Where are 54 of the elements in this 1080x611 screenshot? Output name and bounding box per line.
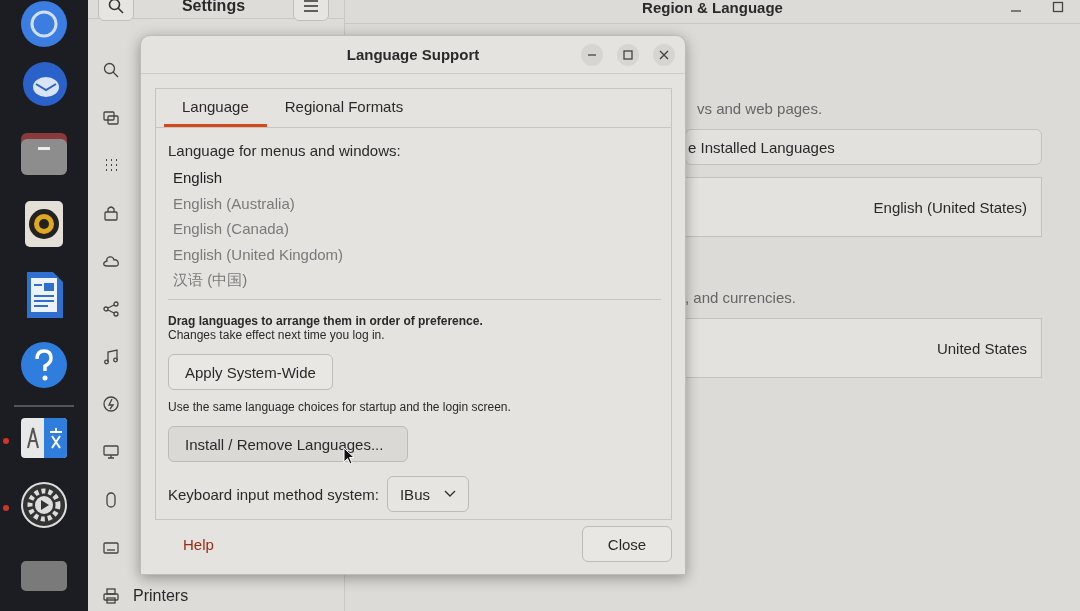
dialog-title: Language Support bbox=[346, 46, 480, 63]
minimize-icon bbox=[587, 54, 597, 56]
grid-icon[interactable] bbox=[103, 157, 119, 174]
close-dialog-button[interactable]: Close bbox=[582, 526, 672, 562]
cloud-icon[interactable] bbox=[103, 253, 119, 270]
search-button[interactable] bbox=[98, 0, 134, 21]
display-icon[interactable] bbox=[103, 444, 119, 461]
keyboard-icon[interactable] bbox=[103, 539, 119, 556]
manage-languages-button[interactable]: e Installed Languages bbox=[685, 129, 1042, 165]
list-label: Language for menus and windows: bbox=[168, 142, 401, 159]
close-button[interactable] bbox=[653, 44, 675, 66]
music-icon[interactable] bbox=[103, 348, 119, 365]
help-icon[interactable] bbox=[20, 341, 68, 390]
gear-icon[interactable] bbox=[21, 482, 67, 529]
formats-row[interactable]: United States bbox=[685, 318, 1042, 378]
sidebar-item[interactable]: Printers bbox=[133, 586, 189, 605]
drag-note: Changes take effect next time you log in. bbox=[168, 328, 385, 342]
keyboard-input-label: Keyboard input method system: bbox=[168, 485, 379, 503]
language-item[interactable]: English bbox=[173, 165, 661, 191]
panel-title: Region & Language bbox=[642, 0, 783, 16]
input-method-dropdown[interactable]: IBus bbox=[386, 476, 469, 512]
section-description: , and currencies. bbox=[685, 289, 797, 306]
mouse-icon[interactable] bbox=[103, 492, 119, 509]
install-remove-languages-button[interactable]: Install / Remove Languages... bbox=[168, 426, 408, 462]
translate-icon[interactable] bbox=[21, 418, 67, 459]
language-row[interactable]: English (United States) bbox=[685, 177, 1042, 237]
apply-system-wide-button[interactable]: Apply System-Wide bbox=[168, 354, 333, 390]
power-icon[interactable] bbox=[103, 396, 119, 413]
tab[interactable]: Regional Formats bbox=[266, 89, 422, 127]
menu-button[interactable] bbox=[293, 0, 329, 21]
drag-hint: Drag languages to arrange them in order of preference. bbox=[168, 314, 483, 328]
lock-icon[interactable] bbox=[103, 205, 119, 222]
search-icon bbox=[108, 0, 124, 14]
folder-icon[interactable] bbox=[21, 132, 67, 175]
apply-note: Use the same language choices for startup and the login screen. bbox=[168, 400, 511, 414]
maximize-icon[interactable] bbox=[1052, 1, 1064, 13]
app-icon[interactable] bbox=[21, 560, 67, 591]
menu-icon bbox=[304, 0, 318, 12]
search-icon[interactable] bbox=[103, 61, 119, 78]
browser-icon[interactable] bbox=[20, 0, 68, 48]
close-icon bbox=[659, 50, 669, 60]
windows-icon[interactable] bbox=[103, 109, 119, 126]
sidebar-title: Settings bbox=[181, 0, 246, 15]
tab[interactable]: Language bbox=[164, 89, 267, 127]
speaker-icon[interactable] bbox=[25, 201, 63, 248]
maximize-icon bbox=[623, 50, 633, 60]
maximize-button[interactable] bbox=[617, 44, 639, 66]
help-button[interactable]: Help bbox=[169, 527, 228, 561]
minimize-button[interactable] bbox=[581, 44, 603, 66]
share-icon[interactable] bbox=[103, 300, 119, 317]
section-description: vs and web pages. bbox=[697, 100, 824, 117]
document-icon[interactable] bbox=[25, 271, 63, 318]
printer-icon[interactable] bbox=[103, 587, 119, 604]
chevron-down-icon bbox=[443, 490, 456, 498]
